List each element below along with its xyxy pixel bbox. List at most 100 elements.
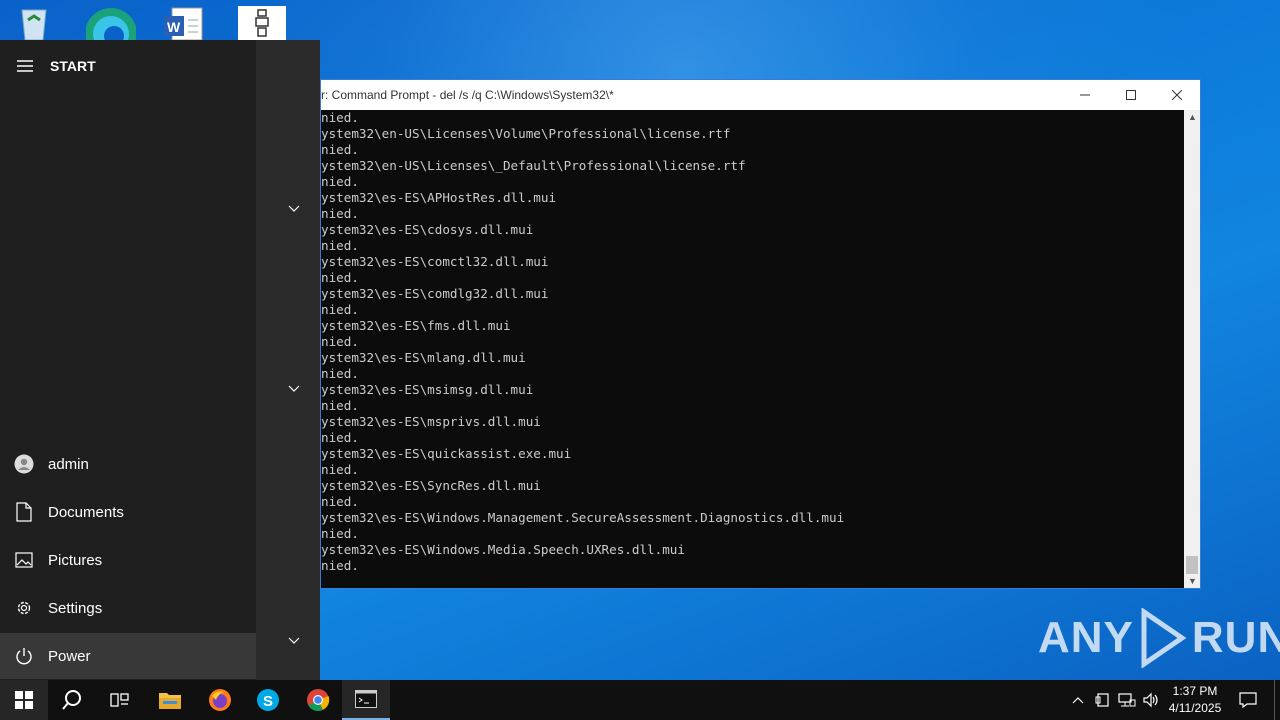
start-menu: START admin Documents Pictures Settings … bbox=[0, 40, 256, 680]
console-line: nied. bbox=[321, 334, 359, 349]
folder-icon bbox=[159, 693, 181, 709]
console-line: ystem32\es-ES\quickassist.exe.mui bbox=[321, 446, 572, 461]
svg-text:W: W bbox=[167, 19, 181, 35]
picture-icon bbox=[15, 552, 33, 568]
windows-logo-icon bbox=[15, 691, 33, 709]
console-line: ystem32\es-ES\Windows.Media.Speech.UXRes… bbox=[321, 542, 685, 557]
scroll-down-icon[interactable]: ▼ bbox=[1188, 576, 1197, 586]
console-line: ystem32\es-ES\SyncRes.dll.mui bbox=[321, 478, 541, 493]
task-view-button[interactable] bbox=[96, 680, 144, 720]
user-avatar-icon bbox=[14, 454, 34, 474]
console-line: nied. bbox=[321, 462, 359, 477]
console-line: ystem32\es-ES\msimsg.dll.mui bbox=[321, 382, 534, 397]
console-output[interactable]: nied. ystem32\en-US\Licenses\Volume\Profe… bbox=[321, 110, 1185, 590]
chevron-down-icon[interactable] bbox=[286, 383, 302, 395]
start-menu-tiles-column bbox=[256, 40, 320, 680]
word-document-icon[interactable]: W bbox=[160, 4, 210, 41]
svg-text:S: S bbox=[263, 693, 273, 710]
window-title-bar[interactable]: r: Command Prompt - del /s /q C:\Windows… bbox=[321, 80, 1200, 110]
action-center-button[interactable] bbox=[1234, 680, 1262, 720]
task-view-icon bbox=[110, 693, 129, 707]
watermark-run: RUN bbox=[1191, 613, 1280, 662]
console-line: nied. bbox=[321, 398, 359, 413]
system-clock[interactable]: 1:37 PM 4/11/2025 bbox=[1160, 683, 1230, 717]
gear-icon bbox=[17, 601, 31, 615]
search-icon bbox=[62, 690, 81, 710]
document-icon bbox=[16, 502, 32, 522]
minimize-button[interactable] bbox=[1062, 80, 1108, 110]
application-icon[interactable] bbox=[238, 4, 288, 40]
maximize-button[interactable] bbox=[1108, 80, 1154, 110]
console-line: ystem32\en-US\Licenses\_Default\Professi… bbox=[321, 158, 746, 173]
speaker-icon bbox=[1143, 692, 1158, 708]
chevron-down-icon[interactable] bbox=[286, 203, 302, 215]
console-line: nied. bbox=[321, 558, 359, 573]
tray-app-button[interactable] bbox=[1093, 680, 1113, 720]
start-button[interactable] bbox=[0, 680, 48, 720]
command-prompt-taskbar-button[interactable] bbox=[342, 680, 390, 720]
volume-button[interactable] bbox=[1140, 680, 1162, 720]
terminal-icon bbox=[355, 690, 377, 708]
console-line: nied. bbox=[321, 110, 359, 125]
play-logo-icon bbox=[1141, 608, 1187, 668]
console-line: ystem32\es-ES\comdlg32.dll.mui bbox=[321, 286, 549, 301]
settings-item[interactable]: Settings bbox=[0, 585, 256, 631]
firefox-button[interactable] bbox=[196, 680, 244, 720]
device-icon bbox=[1095, 693, 1109, 707]
user-name: admin bbox=[48, 455, 89, 473]
start-label: START bbox=[50, 58, 96, 74]
power-item[interactable]: Power bbox=[0, 633, 256, 679]
skype-button[interactable]: S bbox=[244, 680, 292, 720]
console-line: nied. bbox=[321, 174, 359, 189]
console-line: ystem32\es-ES\msprivs.dll.mui bbox=[321, 414, 541, 429]
documents-label: Documents bbox=[48, 503, 124, 521]
console-line: ystem32\es-ES\Windows.Management.SecureA… bbox=[321, 510, 845, 525]
anyrun-watermark: ANY RUN bbox=[1038, 608, 1280, 668]
console-line: ystem32\es-ES\APHostRes.dll.mui bbox=[321, 190, 557, 205]
vertical-scrollbar[interactable]: ▲ ▼ bbox=[1184, 110, 1200, 588]
command-prompt-window[interactable]: r: Command Prompt - del /s /q C:\Windows… bbox=[320, 79, 1201, 589]
show-hidden-icons-button[interactable] bbox=[1068, 680, 1088, 720]
console-line: ystem32\es-ES\cdosys.dll.mui bbox=[321, 222, 534, 237]
clock-time: 1:37 PM bbox=[1172, 684, 1218, 698]
close-button[interactable] bbox=[1154, 80, 1200, 110]
chevron-up-icon bbox=[1072, 697, 1084, 704]
taskbar: S 1:37 PM 4/11/2025 bbox=[0, 680, 1280, 720]
scroll-thumb[interactable] bbox=[1186, 556, 1198, 574]
recycle-bin-icon[interactable] bbox=[14, 4, 64, 41]
console-line: nied. bbox=[321, 142, 359, 157]
clock-date: 4/11/2025 bbox=[1168, 701, 1222, 715]
console-line: ystem32\en-US\Licenses\Volume\Profession… bbox=[321, 126, 731, 141]
power-label: Power bbox=[48, 647, 91, 665]
console-line: nied. bbox=[321, 302, 359, 317]
window-title: r: Command Prompt - del /s /q C:\Windows… bbox=[321, 88, 614, 102]
console-line: nied. bbox=[321, 494, 359, 509]
file-explorer-button[interactable] bbox=[146, 680, 194, 720]
show-desktop-divider[interactable] bbox=[1274, 680, 1275, 720]
console-line: nied. bbox=[321, 526, 359, 541]
scroll-up-icon[interactable]: ▲ bbox=[1188, 112, 1197, 122]
start-menu-header[interactable]: START bbox=[16, 58, 96, 74]
console-line: ystem32\es-ES\fms.dll.mui bbox=[321, 318, 511, 333]
network-button[interactable] bbox=[1116, 680, 1138, 720]
watermark-any: ANY bbox=[1038, 613, 1134, 662]
console-line: nied. bbox=[321, 270, 359, 285]
skype-icon: S bbox=[257, 689, 279, 711]
console-line: nied. bbox=[321, 206, 359, 221]
pictures-label: Pictures bbox=[48, 551, 103, 569]
power-icon bbox=[16, 648, 32, 665]
edge-icon[interactable] bbox=[85, 4, 137, 60]
documents-item[interactable]: Documents bbox=[0, 489, 256, 535]
hamburger-icon[interactable] bbox=[16, 59, 34, 73]
chevron-down-icon[interactable] bbox=[286, 635, 302, 647]
console-line: nied. bbox=[321, 430, 359, 445]
chrome-button[interactable] bbox=[294, 680, 342, 720]
notification-icon bbox=[1239, 692, 1257, 708]
search-button[interactable] bbox=[48, 680, 96, 720]
console-line: ystem32\es-ES\mlang.dll.mui bbox=[321, 350, 526, 365]
pictures-item[interactable]: Pictures bbox=[0, 537, 256, 583]
network-icon bbox=[1118, 693, 1136, 707]
console-line: ystem32\es-ES\comctl32.dll.mui bbox=[321, 254, 549, 269]
console-line: nied. bbox=[321, 238, 359, 253]
user-account-item[interactable]: admin bbox=[0, 441, 256, 487]
